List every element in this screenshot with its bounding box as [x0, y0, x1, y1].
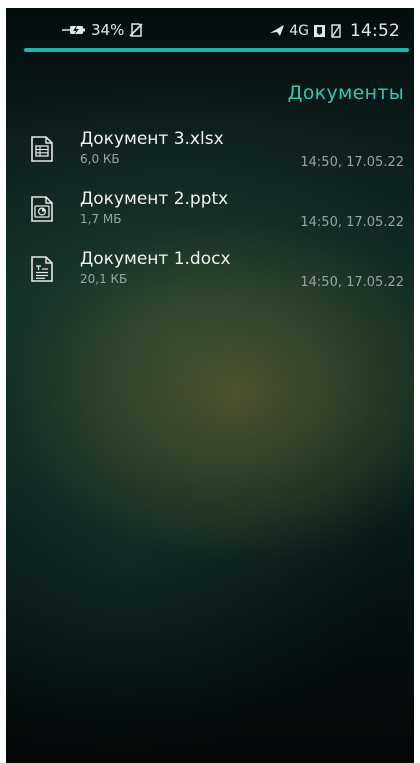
app-screen: 34% 4G 14:52 Документы Документ 3.xlsx 6…	[6, 8, 414, 763]
status-left: 34%	[62, 21, 143, 39]
status-time: 14:52	[350, 21, 400, 41]
presentation-icon	[30, 196, 54, 222]
file-modified-date: 14:50, 17.05.22	[300, 275, 404, 290]
status-bar: 34% 4G 14:52	[6, 8, 414, 48]
airplane-icon	[269, 24, 285, 38]
file-size: 20,1 КБ	[80, 272, 128, 286]
file-name: Документ 3.xlsx	[80, 129, 224, 149]
text-document-icon	[30, 256, 54, 282]
page-title: Документы	[287, 82, 404, 104]
file-size: 6,0 КБ	[80, 152, 120, 166]
list-item[interactable]: Документ 2.pptx 1,7 МБ 14:50, 17.05.22	[6, 188, 414, 244]
status-right: 4G 14:52	[269, 21, 400, 41]
network-type: 4G	[289, 23, 309, 39]
charging-icon	[62, 23, 86, 37]
file-size: 1,7 МБ	[80, 212, 122, 226]
status-accent-line	[24, 48, 409, 52]
file-name: Документ 1.docx	[80, 249, 231, 269]
no-sim-icon	[129, 23, 143, 37]
battery-percent: 34%	[91, 21, 125, 39]
list-item[interactable]: Документ 1.docx 20,1 КБ 14:50, 17.05.22	[6, 248, 414, 304]
signal-icon	[313, 24, 326, 38]
file-modified-date: 14:50, 17.05.22	[300, 215, 404, 230]
file-name: Документ 2.pptx	[80, 189, 229, 209]
file-modified-date: 14:50, 17.05.22	[300, 155, 404, 170]
list-item[interactable]: Документ 3.xlsx 6,0 КБ 14:50, 17.05.22	[6, 128, 414, 184]
no-signal-icon	[330, 24, 342, 38]
spreadsheet-icon	[30, 136, 54, 162]
